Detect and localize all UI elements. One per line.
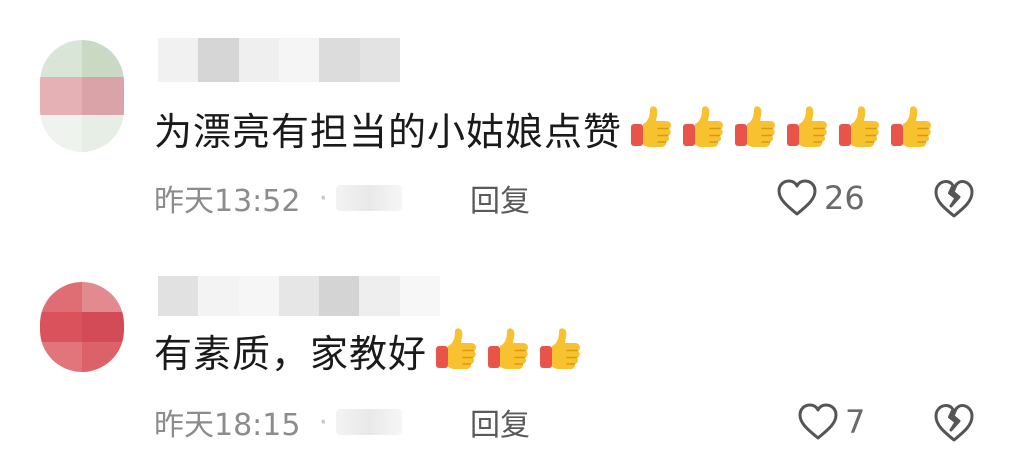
reply-button[interactable]: 回复 (470, 402, 530, 443)
thumbs-up-icon (680, 104, 726, 150)
thumbs-up-icon (836, 104, 882, 150)
comment-meta: 昨天18:15 · (154, 402, 403, 443)
thumbs-up-icon (433, 326, 479, 372)
location-blurred (336, 409, 403, 435)
like-count: 26 (824, 179, 865, 217)
thumbs-up-icon (732, 104, 778, 150)
broken-heart-icon (934, 404, 974, 442)
reply-button[interactable]: 回复 (470, 178, 530, 219)
like-count: 7 (845, 403, 866, 441)
avatar[interactable] (40, 40, 124, 152)
broken-heart-icon (934, 180, 974, 218)
username-blurred[interactable] (158, 276, 440, 316)
comment-text-content: 有素质，家教好 (154, 332, 428, 376)
heart-outline-icon (777, 179, 817, 216)
thumbs-up-icon (537, 326, 583, 372)
like-button[interactable]: 7 (797, 400, 865, 444)
heart-outline-icon (798, 403, 838, 440)
thumbs-up-emoji-row (622, 104, 934, 160)
dislike-button[interactable] (932, 400, 976, 444)
thumbs-up-icon (485, 326, 531, 372)
meta-separator: · (318, 404, 329, 440)
thumbs-up-emoji-row (427, 326, 583, 382)
thumbs-up-icon (888, 104, 934, 150)
location-blurred (336, 185, 403, 211)
meta-separator: · (318, 180, 329, 216)
comment-item: 有素质，家教好 昨天18:15 · 回复 7 (0, 262, 1024, 462)
timestamp: 昨天13:52 (154, 184, 301, 219)
like-button[interactable]: 26 (776, 176, 865, 220)
thumbs-up-icon (628, 104, 674, 150)
comment-text: 有素质，家教好 (154, 326, 583, 382)
comment-text-content: 为漂亮有担当的小姑娘点赞 (154, 110, 623, 154)
timestamp: 昨天18:15 (154, 408, 301, 443)
avatar[interactable] (40, 282, 124, 372)
comment-meta: 昨天13:52 · (154, 178, 403, 219)
comment-text: 为漂亮有担当的小姑娘点赞 (154, 104, 934, 160)
thumbs-up-icon (784, 104, 830, 150)
dislike-button[interactable] (932, 176, 976, 220)
comment-item: 为漂亮有担当的小姑娘点赞 昨天13:52 · 回复 26 (0, 0, 1024, 236)
username-blurred[interactable] (158, 38, 400, 82)
